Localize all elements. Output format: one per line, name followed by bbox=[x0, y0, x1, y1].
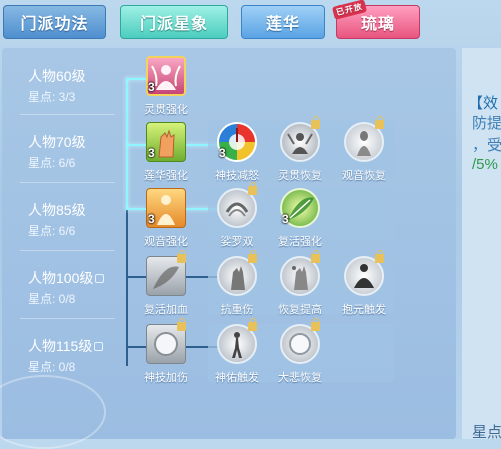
skill-guanyin-boost[interactable]: 3 观音强化 bbox=[134, 188, 198, 254]
level-title: 人物60级 bbox=[28, 68, 86, 84]
star-points: 星点: 3/3 bbox=[28, 90, 76, 104]
divider bbox=[20, 318, 115, 319]
tab-label: 莲华 bbox=[265, 16, 300, 33]
skill-revive-boost[interactable]: 3 复活强化 bbox=[268, 188, 332, 254]
padlock-icon bbox=[248, 250, 257, 263]
padlock-icon bbox=[311, 116, 320, 129]
skill-name: 莲华强化 bbox=[144, 170, 188, 182]
skill-name: 灵贯恢复 bbox=[278, 170, 322, 182]
tab-glaze[interactable]: 已开放 琉璃 bbox=[331, 0, 420, 39]
info-panel: 【效 防提 ，受 /5% 星点 bbox=[462, 48, 501, 441]
padlock-icon bbox=[177, 318, 186, 331]
level-row-115: 人物115级 星点: 0/8 bbox=[2, 336, 120, 392]
skill-name: 恢复提高 bbox=[278, 304, 322, 316]
skill-revive-heal[interactable]: 复活加血 bbox=[134, 250, 198, 322]
skill-name: 娑罗双 bbox=[220, 236, 254, 248]
divider bbox=[20, 250, 115, 251]
divider bbox=[20, 114, 115, 115]
skill-name: 抱元触发 bbox=[342, 304, 386, 316]
level-title: 人物115级 bbox=[28, 336, 104, 356]
skill-name: 复活加血 bbox=[144, 304, 188, 316]
skill-count: 3 bbox=[148, 80, 155, 94]
padlock-icon bbox=[375, 116, 384, 129]
tab-sect-constellation[interactable]: 门派星象 bbox=[120, 5, 228, 39]
padlock-icon bbox=[311, 318, 320, 331]
lock-icon bbox=[94, 341, 104, 351]
tab-label: 门派功法 bbox=[20, 16, 89, 33]
info-line: /5% bbox=[472, 156, 498, 173]
level-title-text: 人物100级 bbox=[28, 270, 94, 286]
star-points: 星点: 6/6 bbox=[28, 156, 76, 170]
skill-divine-protection[interactable]: 神佑触发 bbox=[205, 318, 269, 390]
skill-name: 抗重伤 bbox=[220, 304, 254, 316]
info-line: 防提 bbox=[472, 115, 501, 132]
star-points: 星点: 0/8 bbox=[28, 292, 76, 306]
level-row-70: 人物70级 星点: 6/6 bbox=[2, 132, 120, 188]
skill-lingguan-restore[interactable]: 灵贯恢复 bbox=[268, 116, 332, 188]
skill-resist-injury[interactable]: 抗重伤 bbox=[205, 250, 269, 322]
skill-count: 3 bbox=[219, 146, 226, 160]
level-title-text: 人物115级 bbox=[28, 338, 93, 354]
skill-heal-boost[interactable]: 恢复提高 bbox=[268, 250, 332, 322]
skill-baoyuan-trigger[interactable]: 抱元触发 bbox=[332, 250, 396, 322]
padlock-icon bbox=[177, 250, 186, 263]
star-points: 星点: 6/6 bbox=[28, 224, 76, 238]
info-line: 【效 bbox=[468, 95, 499, 112]
level-title: 人物85级 bbox=[28, 202, 86, 218]
skill-name: 灵贯强化 bbox=[144, 104, 188, 116]
level-title: 人物70级 bbox=[28, 134, 86, 150]
skill-guanyin-restore[interactable]: 观音恢复 bbox=[332, 116, 396, 188]
skill-name: 大悲恢复 bbox=[278, 372, 322, 384]
constellation-panel: 人物60级 星点: 3/3 人物70级 星点: 6/6 人物85级 星点: 6/… bbox=[0, 48, 456, 449]
skill-divine-damage[interactable]: 神技加伤 bbox=[134, 318, 198, 390]
info-line: ，受 bbox=[472, 137, 501, 154]
skill-name: 复活强化 bbox=[278, 236, 322, 248]
padlock-icon bbox=[248, 182, 257, 195]
skill-count: 3 bbox=[148, 212, 155, 226]
padlock-icon bbox=[248, 318, 257, 331]
divider bbox=[20, 182, 115, 183]
level-row-100: 人物100级 星点: 0/8 bbox=[2, 268, 120, 324]
tab-label: 琉璃 bbox=[360, 16, 395, 33]
skill-name: 神佑触发 bbox=[215, 372, 259, 384]
tab-lotus[interactable]: 莲华 bbox=[241, 5, 325, 39]
skill-great-compassion[interactable]: 大悲恢复 bbox=[268, 318, 332, 390]
star-points: 星点: 0/8 bbox=[28, 360, 76, 374]
lock-icon bbox=[95, 273, 105, 283]
level-row-85: 人物85级 星点: 6/6 bbox=[2, 200, 120, 256]
skill-name: 神技加伤 bbox=[144, 372, 188, 384]
skill-name: 观音恢复 bbox=[342, 170, 386, 182]
padlock-icon bbox=[375, 250, 384, 263]
padlock-icon bbox=[311, 250, 320, 263]
skill-name: 观音强化 bbox=[144, 236, 188, 248]
skill-count: 3 bbox=[148, 146, 155, 160]
skill-name: 神技减怒 bbox=[215, 170, 259, 182]
skill-count: 3 bbox=[282, 212, 289, 226]
skill-lotus-boost[interactable]: 3 莲华强化 bbox=[134, 122, 198, 188]
skill-lingguan-boost[interactable]: 3 灵贯强化 bbox=[134, 56, 198, 122]
connector bbox=[126, 210, 128, 366]
tab-label: 门派星象 bbox=[139, 16, 208, 33]
skill-twin-sala[interactable]: 娑罗双 bbox=[205, 182, 269, 254]
level-title: 人物100级 bbox=[28, 268, 105, 288]
tab-sect-skills[interactable]: 门派功法 bbox=[3, 5, 106, 39]
skill-reduce-rage[interactable]: 3 神技减怒 bbox=[205, 122, 269, 188]
